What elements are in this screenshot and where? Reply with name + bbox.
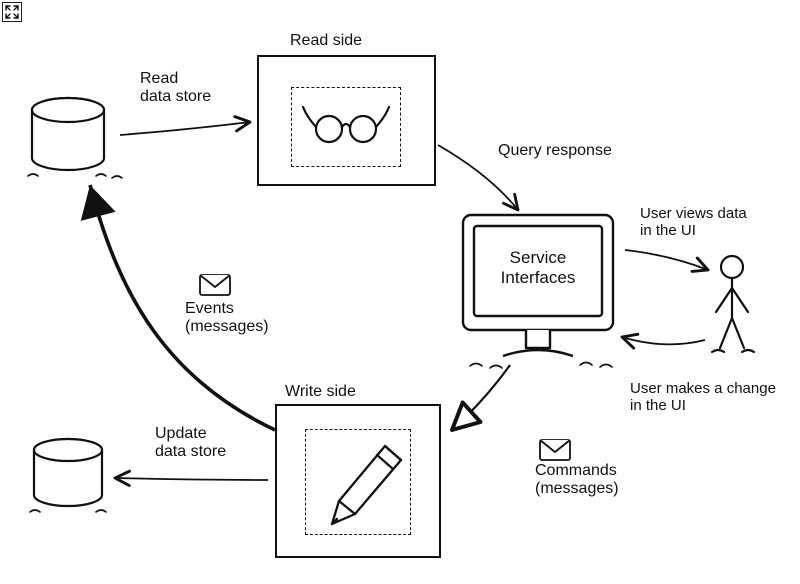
arrows	[0, 0, 800, 584]
diagram-canvas: Read side Write side	[0, 0, 800, 584]
read-data-store-label: Read data store	[140, 70, 211, 107]
user-makes-change-label: User makes a change in the UI	[630, 380, 776, 415]
query-response-label: Query response	[498, 142, 612, 160]
update-data-store-label: Update data store	[155, 425, 226, 462]
events-label: Events (messages)	[185, 300, 269, 337]
commands-label: Commands (messages)	[535, 462, 619, 499]
user-views-label: User views data in the UI	[640, 205, 747, 240]
